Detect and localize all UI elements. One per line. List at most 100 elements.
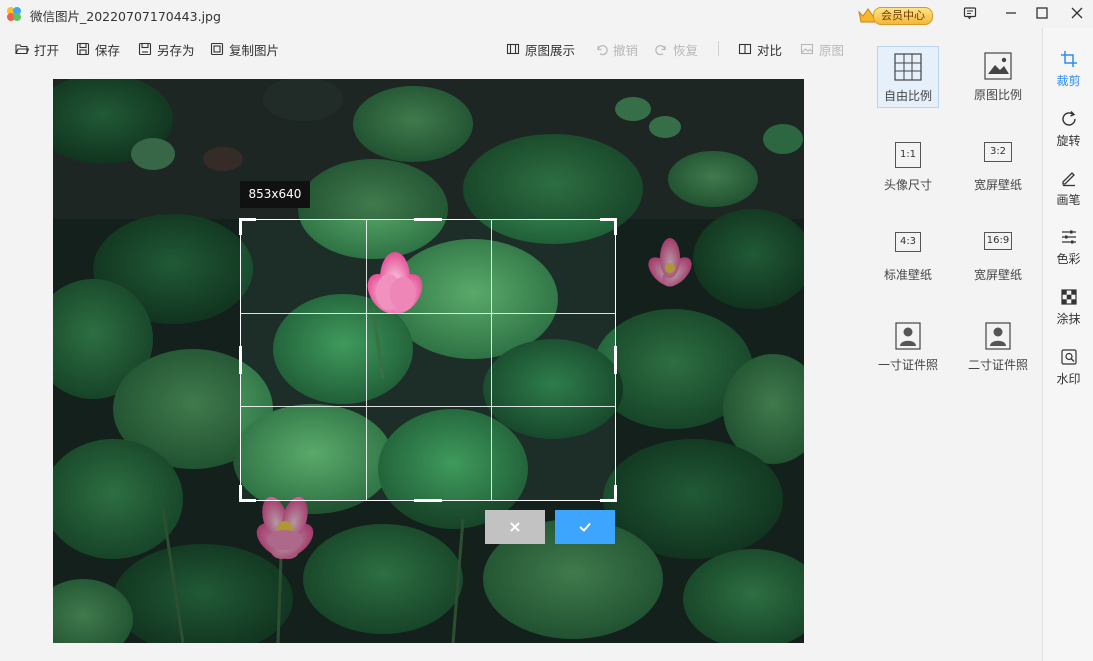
close-icon: [510, 522, 520, 532]
show-original-label: 原图展示: [525, 42, 576, 58]
crop-size-label: 853x640: [240, 181, 310, 208]
crop-grid-line: [366, 220, 367, 500]
ratio-option-label: 头像尺寸: [883, 178, 932, 192]
maximize-icon: [1036, 7, 1048, 19]
show-original-button[interactable]: 原图展示: [506, 40, 575, 58]
crop-handle-top-left[interactable]: [239, 218, 256, 235]
crop-cancel-button[interactable]: [485, 510, 545, 544]
ratio-frame: 4:3: [892, 232, 924, 260]
copy-image-button[interactable]: 复制图片: [210, 40, 279, 58]
redo-icon: [655, 44, 666, 55]
original-image-icon: [800, 43, 814, 55]
mosaic-icon: [1060, 289, 1077, 305]
ratio-value: 16:9: [984, 232, 1012, 250]
watermark-icon: [1060, 349, 1077, 365]
ratio-option-1-1[interactable]: 1:1 头像尺寸: [877, 136, 939, 198]
ratio-option-label: 标准壁纸: [883, 268, 932, 282]
ratio-frame: 3:2: [982, 142, 1014, 170]
original-button[interactable]: 原图: [800, 40, 844, 58]
crop-handle-bottom-right[interactable]: [600, 485, 617, 502]
close-button[interactable]: [1066, 4, 1088, 24]
crop-handle-bottom[interactable]: [414, 499, 442, 502]
ratio-option-4-3[interactable]: 4:3 标准壁纸: [877, 226, 939, 288]
ratio-value: 1:1: [895, 142, 921, 168]
compare-label: 对比: [757, 42, 783, 58]
save-as-label: 另存为: [157, 42, 195, 58]
sidebar-item-watermark[interactable]: 水印: [1043, 344, 1093, 394]
message-icon: [963, 7, 977, 20]
ratio-option-free[interactable]: 自由比例: [877, 46, 939, 108]
id-photo-icon: [984, 322, 1012, 350]
sidebar-item-pen[interactable]: 画笔: [1043, 165, 1093, 215]
toolbar-divider: [718, 41, 719, 56]
sidebar-item-label: 画笔: [1056, 193, 1081, 207]
original-view-icon: [506, 43, 520, 55]
undo-label: 撤销: [613, 42, 639, 58]
image-icon: [984, 52, 1012, 80]
vip-center-button[interactable]: 会员中心: [857, 6, 933, 25]
id-photo-icon: [894, 322, 922, 350]
folder-open-icon: [15, 44, 29, 55]
ratio-frame: 1:1: [894, 142, 922, 170]
sidebar-item-crop[interactable]: 裁剪: [1043, 46, 1093, 96]
ratio-option-1-inch-photo[interactable]: 一寸证件照: [877, 316, 939, 378]
crop-handle-bottom-left[interactable]: [239, 485, 256, 502]
redo-label: 恢复: [673, 42, 699, 58]
compare-button[interactable]: 对比: [738, 40, 782, 58]
copy-image-icon: [210, 42, 224, 56]
sidebar-item-rotate[interactable]: 旋转: [1043, 106, 1093, 156]
vip-center-label: 会员中心: [873, 7, 933, 25]
ratio-option-3-2[interactable]: 3:2 宽屏壁纸: [967, 136, 1029, 198]
close-icon: [1071, 7, 1083, 19]
crop-icon: [1060, 51, 1077, 67]
crop-handle-left[interactable]: [239, 346, 242, 374]
ratio-option-label: 宽屏壁纸: [973, 268, 1022, 282]
sidebar-item-label: 色彩: [1056, 252, 1081, 266]
ratio-option-original[interactable]: 原图比例: [967, 46, 1029, 108]
crop-grid-line: [241, 313, 615, 314]
ratio-option-label: 一寸证件照: [877, 358, 938, 372]
minimize-button[interactable]: [1000, 4, 1022, 24]
save-as-icon: [138, 42, 152, 56]
open-button[interactable]: 打开: [15, 40, 59, 58]
crop-frame[interactable]: [239, 218, 617, 502]
ratio-frame: 16:9: [982, 232, 1014, 260]
save-button[interactable]: 保存: [76, 40, 120, 58]
original-label: 原图: [819, 42, 845, 58]
save-as-button[interactable]: 另存为: [138, 40, 195, 58]
ratio-option-label: 自由比例: [883, 89, 932, 103]
ratio-option-16-9[interactable]: 16:9 宽屏壁纸: [967, 226, 1029, 288]
title-bar: 微信图片_20220707170443.jpg 会员中心: [0, 0, 1093, 28]
sidebar-item-label: 旋转: [1056, 134, 1081, 148]
crop-confirm-button[interactable]: [555, 510, 615, 544]
sidebar-item-mosaic[interactable]: 涂抹: [1043, 284, 1093, 334]
crop-grid-line: [241, 406, 615, 407]
undo-icon: [597, 44, 608, 55]
ratio-value: 4:3: [895, 232, 921, 252]
crop-handle-top-right[interactable]: [600, 218, 617, 235]
crop-handle-right[interactable]: [614, 346, 617, 374]
maximize-button[interactable]: [1031, 4, 1053, 24]
ratio-value: 3:2: [984, 142, 1012, 162]
check-icon: [579, 522, 591, 532]
redo-button[interactable]: 恢复: [655, 40, 698, 58]
sidebar-item-label: 涂抹: [1056, 312, 1081, 326]
rotate-icon: [1061, 111, 1076, 126]
tool-sidebar: 裁剪 旋转 画笔 色彩 涂抹 水印: [1042, 28, 1093, 661]
save-label: 保存: [95, 42, 121, 58]
compare-icon: [738, 43, 752, 55]
grid-icon: [894, 53, 922, 81]
save-icon: [76, 42, 90, 56]
undo-button[interactable]: 撤销: [595, 40, 638, 58]
sidebar-item-color[interactable]: 色彩: [1043, 224, 1093, 274]
feedback-button[interactable]: [959, 4, 981, 24]
ratio-option-label: 原图比例: [973, 88, 1022, 102]
app-logo-icon: [7, 7, 21, 21]
window-title: 微信图片_20220707170443.jpg: [30, 9, 221, 24]
open-label: 打开: [34, 42, 60, 58]
copy-image-label: 复制图片: [229, 42, 280, 58]
sidebar-item-label: 水印: [1056, 372, 1081, 386]
crop-handle-top[interactable]: [414, 218, 442, 221]
ratio-option-2-inch-photo[interactable]: 二寸证件照: [967, 316, 1029, 378]
ratio-option-label: 宽屏壁纸: [973, 178, 1022, 192]
